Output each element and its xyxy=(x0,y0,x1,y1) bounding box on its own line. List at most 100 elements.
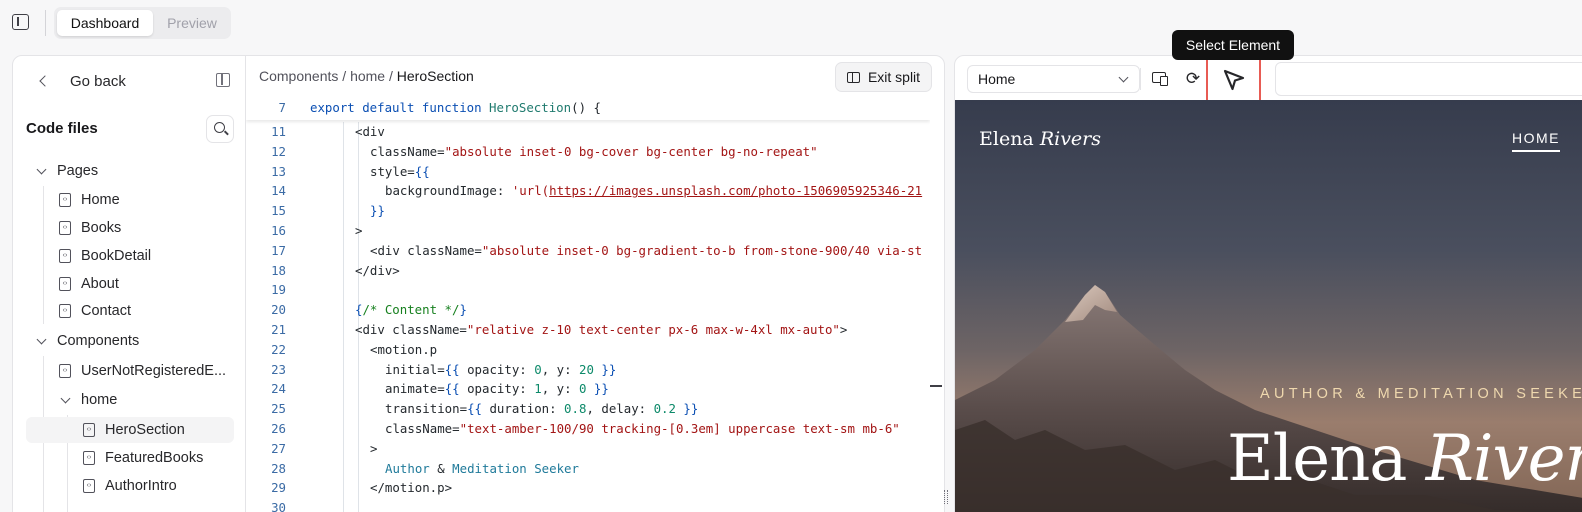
code-text: initial={{ opacity: 0, y: 20 }} xyxy=(385,360,616,380)
tree-file-books[interactable]: Books xyxy=(26,215,234,241)
tree-file-home[interactable]: Home xyxy=(26,187,234,213)
tree-folder-pages[interactable]: Pages xyxy=(26,158,234,184)
code-token: duration: xyxy=(481,401,565,417)
breadcrumb-item[interactable]: home xyxy=(350,68,385,84)
sidebar-toggle-icon[interactable] xyxy=(12,14,29,30)
code-line: 12 className="absolute inset-0 bg-cover b… xyxy=(246,142,930,162)
code-line: 19 xyxy=(246,280,930,300)
refresh-icon[interactable]: ⟳ xyxy=(1183,69,1203,89)
code-token: "absolute inset-0 bg-gradient-to-b from-… xyxy=(481,242,923,258)
tree-file-usernotregistered[interactable]: UserNotRegisteredE... xyxy=(26,358,234,384)
top-bar: Dashboard Preview xyxy=(0,0,1582,46)
site-preview-frame[interactable]: Elena Rivers HOME AUTHOR & MEDITATION SE… xyxy=(955,100,1582,512)
hero-last-name: Rivers xyxy=(1425,422,1582,496)
tree-file-featuredbooks[interactable]: FeaturedBooks xyxy=(26,445,234,471)
file-sidebar: Go back Code files Pages Home Books Book… xyxy=(13,56,246,512)
code-token: transition= xyxy=(385,401,468,417)
code-line: 21 <div className="relative z-10 text-cen… xyxy=(246,320,930,340)
file-code-icon xyxy=(83,451,95,465)
tree-file-authorintro[interactable]: AuthorIntro xyxy=(26,473,234,499)
line-number: 28 xyxy=(271,460,286,476)
folder-label: home xyxy=(81,392,118,408)
tree-file-herosection[interactable]: HeroSection xyxy=(26,417,234,443)
view-switch: Dashboard Preview xyxy=(54,7,231,39)
code-token: , y: xyxy=(541,381,579,397)
line-number: 22 xyxy=(271,341,286,357)
split-resize-handle[interactable] xyxy=(944,490,948,504)
code-text: style={{ xyxy=(370,162,430,182)
code-text: backgroundImage: 'url(https://images.uns… xyxy=(385,181,922,201)
line-number: 11 xyxy=(271,124,286,139)
code-token: > xyxy=(839,322,848,337)
breadcrumb-separator: / xyxy=(342,68,347,84)
code-line: 26 className="text-amber-100/90 tracking-… xyxy=(246,419,930,439)
tree-file-about[interactable]: About xyxy=(26,271,234,297)
code-token: https://images.unsplash.com/photo-150690… xyxy=(549,183,923,199)
sticky-scroll-line: 7 export default function HeroSection() { xyxy=(246,98,930,120)
code-line: 30 xyxy=(246,498,930,512)
code-token: Meditation Seeker xyxy=(452,460,579,476)
line-number: 17 xyxy=(271,242,286,258)
code-token: }} xyxy=(675,401,699,417)
site-brand[interactable]: Elena Rivers xyxy=(979,128,1101,150)
line-number: 20 xyxy=(271,302,286,318)
file-code-icon xyxy=(59,277,71,291)
code-text: transition={{ duration: 0.8, delay: 0.2 … xyxy=(385,399,698,419)
folder-label: Components xyxy=(57,333,140,349)
tab-dashboard[interactable]: Dashboard xyxy=(57,10,153,36)
breadcrumb-item[interactable]: Components xyxy=(259,68,338,84)
tree-folder-home[interactable]: home xyxy=(26,387,234,413)
split-view-icon xyxy=(846,71,860,83)
tree-file-bookdetail[interactable]: BookDetail xyxy=(26,243,234,269)
breadcrumb-current: HeroSection xyxy=(396,68,474,84)
code-area[interactable]: 7 export default function HeroSection() {… xyxy=(246,98,930,512)
file-code-icon xyxy=(59,249,71,263)
code-panel: Go back Code files Pages Home Books Book… xyxy=(12,55,945,512)
tree-file-contact[interactable]: Contact xyxy=(26,298,234,324)
select-element-button[interactable] xyxy=(1206,56,1261,104)
code-token: initial= xyxy=(385,361,445,377)
code-token: "relative z-10 text-center px-6 max-w-4x… xyxy=(466,322,840,337)
code-text: export default function HeroSection() { xyxy=(310,98,601,118)
site-nav-home[interactable]: HOME xyxy=(1512,130,1560,146)
tree-folder-components[interactable]: Components xyxy=(26,328,234,354)
line-number: 16 xyxy=(271,223,286,238)
go-back-button[interactable]: Go back xyxy=(39,71,126,91)
code-token: 20 xyxy=(579,361,594,377)
file-label: HeroSection xyxy=(105,422,185,438)
code-token: Author xyxy=(385,460,430,476)
chevron-down-icon xyxy=(36,334,47,345)
code-token: <div xyxy=(355,124,385,139)
editor-scrollbar[interactable] xyxy=(930,98,944,512)
code-token: , y: xyxy=(541,361,579,377)
go-back-label: Go back xyxy=(70,72,126,90)
code-line: 25 transition={{ duration: 0.8, delay: 0.… xyxy=(246,399,930,419)
code-line: 20 {/* Content */} xyxy=(246,300,930,320)
preview-url-bar[interactable] xyxy=(1275,62,1582,96)
cursor-arrow-icon xyxy=(1223,69,1244,91)
code-line: 27 > xyxy=(246,439,930,459)
code-line: 11 <div xyxy=(246,122,930,142)
page-select[interactable]: Home xyxy=(967,65,1140,93)
code-token: {{ xyxy=(444,361,460,377)
exit-split-button[interactable]: Exit split xyxy=(835,62,932,92)
responsive-devices-icon[interactable] xyxy=(1152,72,1168,86)
code-token: <div className= xyxy=(355,322,467,337)
folder-label: Pages xyxy=(57,163,99,179)
line-number: 19 xyxy=(271,282,286,298)
collapse-sidebar-icon[interactable] xyxy=(216,73,230,87)
code-token: className= xyxy=(385,421,460,436)
file-label: FeaturedBooks xyxy=(105,450,204,466)
code-text: <div className="relative z-10 text-cente… xyxy=(355,320,847,340)
line-number: 26 xyxy=(271,421,286,436)
tab-preview[interactable]: Preview xyxy=(156,10,228,36)
sticky-code-line: 7 export default function HeroSection() { xyxy=(246,98,930,118)
search-files-button[interactable] xyxy=(206,115,234,143)
code-token: opacity: xyxy=(459,361,535,377)
file-code-icon xyxy=(59,364,71,378)
line-number: 18 xyxy=(271,262,286,278)
line-number: 13 xyxy=(271,163,286,179)
breadcrumb: Components / home / HeroSection xyxy=(259,68,474,84)
chevron-down-icon xyxy=(36,164,47,175)
line-number: 30 xyxy=(271,500,286,512)
